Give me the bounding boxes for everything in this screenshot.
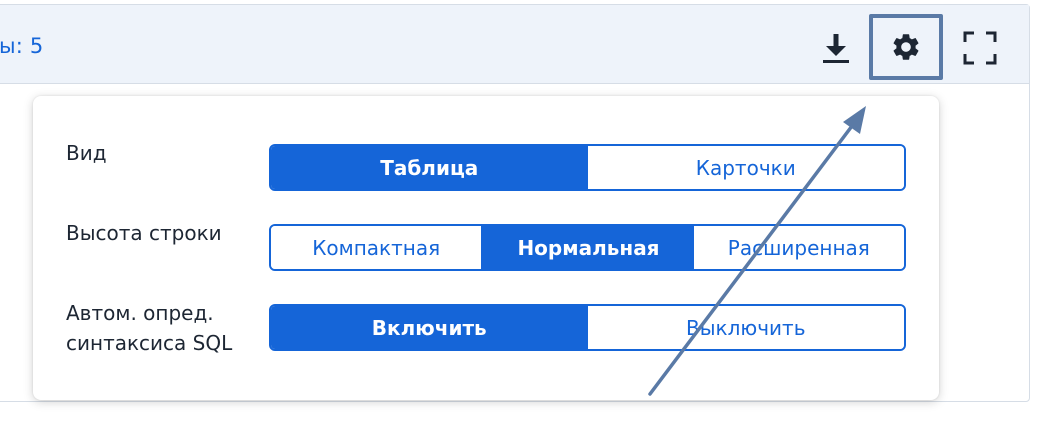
sql-syntax-option-off[interactable]: Выключить — [587, 306, 904, 349]
fullscreen-button[interactable] — [957, 25, 1003, 71]
settings-button[interactable] — [869, 14, 943, 80]
download-button[interactable] — [813, 25, 859, 71]
view-option-cards[interactable]: Карточки — [587, 146, 904, 189]
gear-icon — [893, 34, 919, 60]
row-height-option-extended[interactable]: Расширенная — [693, 226, 904, 269]
results-header: ы: 5 — [0, 5, 1029, 84]
sql-syntax-toggle: Включить Выключить — [269, 304, 906, 351]
rows-count-label: ы: 5 — [0, 34, 44, 58]
view-toggle: Таблица Карточки — [269, 144, 906, 191]
download-icon — [823, 34, 849, 63]
view-option-table[interactable]: Таблица — [271, 146, 588, 189]
row-height-option-compact[interactable]: Компактная — [271, 226, 482, 269]
row-height-option-normal[interactable]: Нормальная — [481, 226, 694, 269]
fullscreen-icon — [963, 31, 997, 65]
row-height-toggle: Компактная Нормальная Расширенная — [269, 224, 906, 271]
settings-popover: Вид Таблица Карточки Высота строки Компа… — [33, 96, 939, 400]
sql-syntax-option-on[interactable]: Включить — [271, 306, 588, 349]
sql-syntax-label-line1: Автом. опред. — [66, 301, 214, 325]
sql-syntax-label: Автом. опред. синтаксиса SQL — [66, 298, 232, 358]
view-label: Вид — [66, 141, 107, 165]
screenshot-frame: ы: 5 Вид Таблица Карточки Высота строки … — [0, 0, 1044, 431]
row-height-label: Высота строки — [66, 221, 222, 245]
sql-syntax-label-line2: синтаксиса SQL — [66, 331, 233, 355]
